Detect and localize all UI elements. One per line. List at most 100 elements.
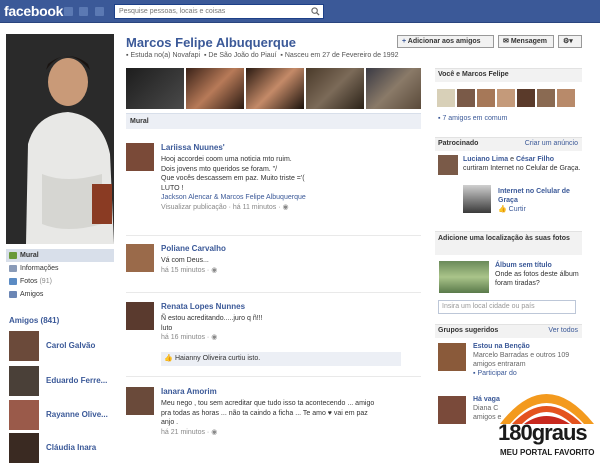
album-title[interactable]: Álbum sem título: [495, 261, 581, 270]
ad-conjunction: e: [510, 156, 514, 163]
birthday-icon: ▪: [280, 52, 283, 59]
photos-count: (91): [39, 278, 52, 285]
nav-photos[interactable]: Fotos (91): [6, 275, 114, 288]
nav-mural[interactable]: Mural: [6, 249, 114, 262]
friend-name[interactable]: Cláudia Inara: [46, 443, 114, 452]
friend-item[interactable]: Carol Galvão: [9, 331, 113, 361]
nav-info[interactable]: Informações: [6, 262, 114, 275]
friends-header[interactable]: Amigos (841): [9, 316, 59, 325]
group-name[interactable]: Estou na Benção: [473, 342, 581, 351]
friend-item[interactable]: Eduardo Ferre...: [9, 366, 113, 396]
photo-thumb[interactable]: [186, 68, 244, 109]
ad-social-context: Luciano Lima e César Filho curtiram Inte…: [463, 155, 581, 173]
post-body: Ñ estou acreditando.....juro q ñ!!! luto…: [161, 314, 411, 343]
friend-name[interactable]: Rayanne Olive...: [46, 410, 114, 419]
like-summary[interactable]: 👍 Haianny Oliveira curtiu isto.: [161, 352, 401, 366]
create-ad-link[interactable]: Criar um anúncio: [525, 138, 578, 150]
post-tags[interactable]: Jackson Alencar & Marcos Felipe Albuquer…: [161, 193, 411, 203]
group-item: Estou na Benção Marcelo Barradas e outro…: [473, 342, 581, 378]
ad-title[interactable]: Internet no Celular de Graça: [498, 187, 582, 205]
location-input[interactable]: Insira um local cidade ou país: [438, 300, 576, 314]
post-text-line: LUTO !: [161, 184, 184, 192]
photo-thumb[interactable]: [126, 68, 184, 109]
top-bar: facebook Pesquise pessoas, locais e cois…: [0, 0, 600, 23]
ad-liked-text: curtiram Internet no Celular de Graça.: [463, 165, 581, 172]
post-text-line: luto: [161, 324, 173, 332]
wall-post: Lariissa Nuunes' Hooj accordei coom uma …: [126, 143, 421, 228]
album-info: Álbum sem título Onde as fotos deste álb…: [495, 261, 581, 288]
search-input[interactable]: Pesquise pessoas, locais e coisas: [114, 4, 324, 19]
mutual-friend-avatar[interactable]: [437, 89, 455, 107]
post-divider: [126, 376, 421, 377]
photo-thumb[interactable]: [306, 68, 364, 109]
post-footer[interactable]: há 16 minutos ·: [161, 334, 209, 341]
ad-friend-link[interactable]: César Filho: [516, 156, 554, 163]
settings-dropdown[interactable]: ⚙▾: [558, 35, 582, 48]
post-author[interactable]: Poliane Carvalho: [161, 244, 226, 253]
mutual-friend-avatar[interactable]: [557, 89, 575, 107]
search-icon[interactable]: [311, 7, 320, 16]
post-author[interactable]: Lariissa Nuunes': [161, 143, 225, 152]
wall-post: Ianara Amorim Meu nego , tou sem acredit…: [126, 387, 421, 447]
message-button[interactable]: ✉ Mensagem: [498, 35, 554, 48]
see-all-groups-link[interactable]: Ver todos: [548, 325, 578, 337]
group-image[interactable]: [438, 396, 466, 424]
groups-title: Grupos sugeridos: [438, 327, 499, 334]
mutual-friend-avatar[interactable]: [497, 89, 515, 107]
globe-icon: ◉: [211, 266, 218, 274]
mutual-friend-avatar[interactable]: [457, 89, 475, 107]
post-footer[interactable]: Visualizar publicação · há 11 minutos ·: [161, 204, 281, 211]
join-group-link[interactable]: Participar do: [477, 370, 516, 377]
mutual-friend-avatar[interactable]: [537, 89, 555, 107]
globe-icon: ◉: [211, 428, 218, 436]
post-author[interactable]: Ianara Amorim: [161, 387, 217, 396]
friend-item[interactable]: Cláudia Inara: [9, 433, 113, 463]
post-avatar[interactable]: [126, 244, 154, 272]
photo-thumb[interactable]: [246, 68, 304, 109]
friend-name[interactable]: Carol Galvão: [46, 341, 114, 350]
add-friend-label: Adicionar aos amigos: [407, 38, 481, 45]
add-friend-button[interactable]: + Adicionar aos amigos: [397, 35, 494, 48]
group-image[interactable]: [438, 343, 466, 371]
friend-item[interactable]: Rayanne Olive...: [9, 400, 113, 430]
add-friend-icon: +: [402, 38, 407, 45]
ad-friend-link[interactable]: Luciano Lima: [463, 156, 508, 163]
photo-thumb[interactable]: [366, 68, 421, 109]
friend-requests-icon[interactable]: [64, 7, 73, 16]
friend-name[interactable]: Eduardo Ferre...: [46, 376, 114, 385]
wall-icon: [9, 252, 17, 259]
mutual-count[interactable]: ▪ 7 amigos em comum: [438, 114, 507, 123]
post-body: Hooj accordei coom uma noticia mto ruim.…: [161, 155, 411, 212]
post-footer[interactable]: há 15 minutos ·: [161, 267, 209, 274]
post-footer[interactable]: há 21 minutos ·: [161, 429, 209, 436]
thumbs-up-icon: 👍: [498, 206, 507, 213]
album-thumbnail[interactable]: [439, 261, 489, 293]
ad-avatar[interactable]: [438, 155, 458, 175]
mutual-friend-avatar[interactable]: [517, 89, 535, 107]
wall-header: Mural: [126, 113, 421, 129]
profile-nav: Mural Informações Fotos (91) Amigos: [6, 249, 114, 301]
friend-avatar[interactable]: [9, 366, 39, 396]
post-author[interactable]: Renata Lopes Nunnes: [161, 302, 245, 311]
nav-friends-label: Amigos: [20, 291, 44, 298]
facebook-logo[interactable]: facebook: [4, 3, 63, 19]
ad-like-link[interactable]: Curtir: [509, 206, 526, 213]
post-avatar[interactable]: [126, 143, 154, 171]
profile-name: Marcos Felipe Albuquerque: [126, 35, 296, 50]
friend-avatar[interactable]: [9, 433, 39, 463]
ad-phone-image[interactable]: [463, 185, 491, 213]
messages-icon[interactable]: [79, 7, 88, 16]
post-avatar[interactable]: [126, 387, 154, 415]
groups-header: Grupos sugeridos Ver todos: [435, 324, 582, 338]
post-avatar[interactable]: [126, 302, 154, 330]
friend-avatar[interactable]: [9, 400, 39, 430]
nav-friends[interactable]: Amigos: [6, 288, 114, 301]
nav-photos-label: Fotos: [20, 278, 38, 285]
notifications-icon[interactable]: [95, 7, 104, 16]
search-placeholder: Pesquise pessoas, locais e coisas: [119, 8, 226, 15]
info-icon: [9, 265, 17, 272]
mutual-friend-avatar[interactable]: [477, 89, 495, 107]
friend-avatar[interactable]: [9, 331, 39, 361]
home-icon: ▪: [203, 52, 207, 59]
profile-picture[interactable]: [6, 34, 114, 244]
